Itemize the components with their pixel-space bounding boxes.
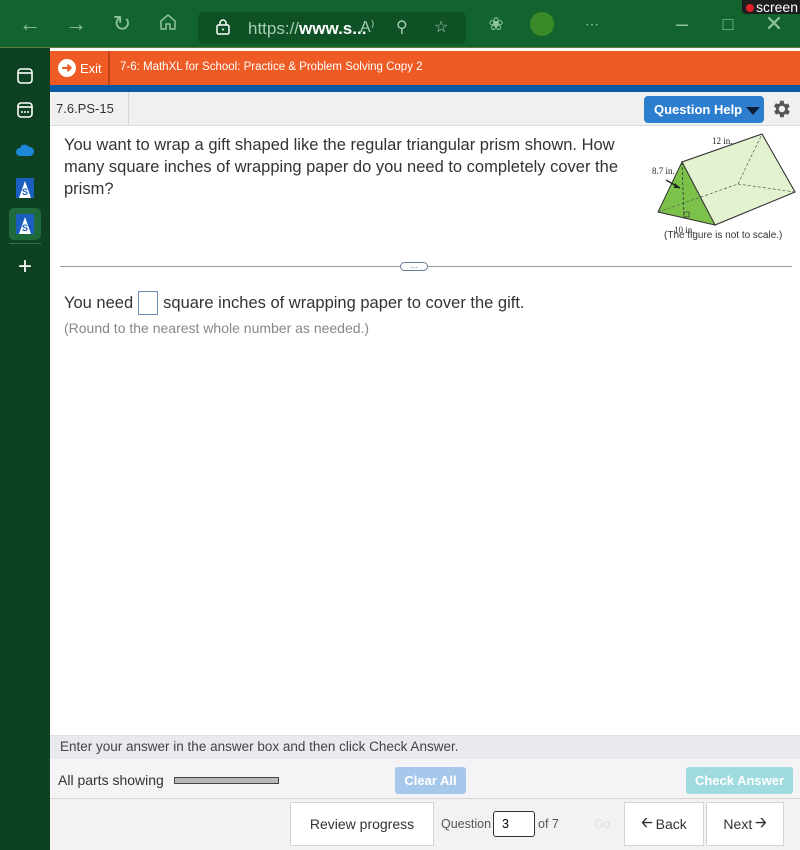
lock-icon bbox=[216, 19, 230, 35]
answer-suffix: square inches of wrapping paper to cover… bbox=[163, 293, 525, 312]
exit-label: Exit bbox=[80, 60, 102, 76]
course-title: 7-6: MathXL for School: Practice & Probl… bbox=[120, 61, 423, 73]
gear-icon[interactable] bbox=[770, 98, 792, 120]
answer-input[interactable] bbox=[138, 291, 159, 315]
svg-text:S: S bbox=[22, 187, 28, 197]
next-button[interactable]: Next 🡢 bbox=[706, 802, 784, 846]
read-aloud-icon[interactable]: A⁾ bbox=[360, 17, 375, 37]
browser-toolbar: ← → ↻ https://www.s... A⁾ ⚲ ☆ ❀ ⋯ – □ ✕ … bbox=[0, 0, 800, 48]
question-number-input[interactable] bbox=[493, 811, 536, 837]
question-header: 7.6.PS-15 Question Help bbox=[50, 92, 800, 126]
course-header: ➜ Exit 7-6: MathXL for School: Practice … bbox=[50, 51, 800, 85]
navigation-footer: Review progress Question of 7 Go 🡠 Back … bbox=[50, 799, 800, 850]
arrow-left-icon: 🡠 bbox=[641, 814, 653, 830]
home-icon[interactable] bbox=[156, 12, 180, 36]
question-text: You want to wrap a gift shaped like the … bbox=[64, 136, 618, 198]
zoom-icon[interactable]: ⚲ bbox=[396, 17, 408, 37]
splitter-handle[interactable]: ... bbox=[400, 262, 428, 271]
go-button[interactable]: Go bbox=[581, 802, 623, 846]
more-icon[interactable]: ⋯ bbox=[580, 12, 604, 36]
answer-statement: You need square inches of wrapping paper… bbox=[64, 291, 525, 315]
profile-avatar[interactable] bbox=[530, 12, 554, 36]
instruction-bar: Enter your answer in the answer box and … bbox=[50, 735, 800, 759]
savvas-app-icon[interactable]: S bbox=[9, 172, 41, 204]
close-icon[interactable]: ✕ bbox=[762, 12, 786, 36]
back-arrow-icon[interactable]: ← bbox=[18, 12, 42, 36]
sidebar-divider bbox=[9, 243, 41, 244]
minimize-icon[interactable]: – bbox=[670, 12, 694, 36]
add-favorite-icon[interactable]: ☆ bbox=[434, 17, 448, 37]
question-total: of 7 bbox=[538, 817, 559, 831]
answer-prefix: You need bbox=[64, 293, 134, 312]
header-stripe bbox=[50, 85, 800, 92]
url-text: https://www.s... bbox=[248, 19, 367, 38]
rounding-hint: (Round to the nearest whole number as ne… bbox=[64, 320, 370, 336]
extensions-icon[interactable]: ❀ bbox=[484, 12, 508, 36]
question-help-label: Question Help bbox=[654, 102, 743, 117]
parts-progress-bar bbox=[174, 777, 279, 784]
next-label: Next bbox=[723, 816, 753, 832]
parts-label: All parts showing bbox=[58, 772, 164, 788]
figure-note: (The figure is not to scale.) bbox=[664, 230, 783, 241]
clear-all-button[interactable]: Clear All bbox=[395, 767, 466, 794]
arrow-left-icon: ➜ bbox=[58, 59, 76, 77]
question-help-button[interactable]: Question Help bbox=[644, 96, 764, 123]
arrow-right-icon: 🡢 bbox=[755, 814, 767, 830]
maximize-icon[interactable]: □ bbox=[716, 12, 740, 36]
height-label: 8.7 in. bbox=[652, 166, 675, 176]
main-content: ➜ Exit 7-6: MathXL for School: Practice … bbox=[50, 48, 800, 850]
back-button[interactable]: 🡠 Back bbox=[624, 802, 704, 846]
address-bar[interactable]: https://www.s... A⁾ ⚲ ☆ bbox=[198, 12, 466, 44]
review-progress-button[interactable]: Review progress bbox=[290, 802, 434, 846]
check-answer-button[interactable]: Check Answer bbox=[686, 767, 793, 794]
recording-indicator: screen bbox=[741, 0, 800, 14]
cloud-app-icon[interactable] bbox=[9, 134, 41, 166]
question-label: Question bbox=[441, 817, 492, 831]
question-id: 7.6.PS-15 bbox=[50, 92, 129, 126]
length-label: 12 in. bbox=[712, 136, 733, 146]
tabs-icon[interactable] bbox=[9, 60, 41, 92]
back-label: Back bbox=[655, 816, 687, 832]
workspaces-icon[interactable] bbox=[9, 94, 41, 126]
exit-button[interactable]: ➜ Exit bbox=[50, 51, 110, 85]
forward-arrow-icon[interactable]: → bbox=[64, 12, 88, 36]
caret-down-icon bbox=[746, 106, 761, 115]
add-icon[interactable]: + bbox=[9, 251, 41, 283]
browser-sidebar: S S + bbox=[0, 48, 50, 850]
svg-text:S: S bbox=[22, 223, 28, 233]
refresh-icon[interactable]: ↻ bbox=[110, 12, 134, 36]
savvas-app-icon-active[interactable]: S bbox=[9, 208, 41, 240]
parts-bar: All parts showing Clear All Check Answer bbox=[50, 759, 800, 799]
